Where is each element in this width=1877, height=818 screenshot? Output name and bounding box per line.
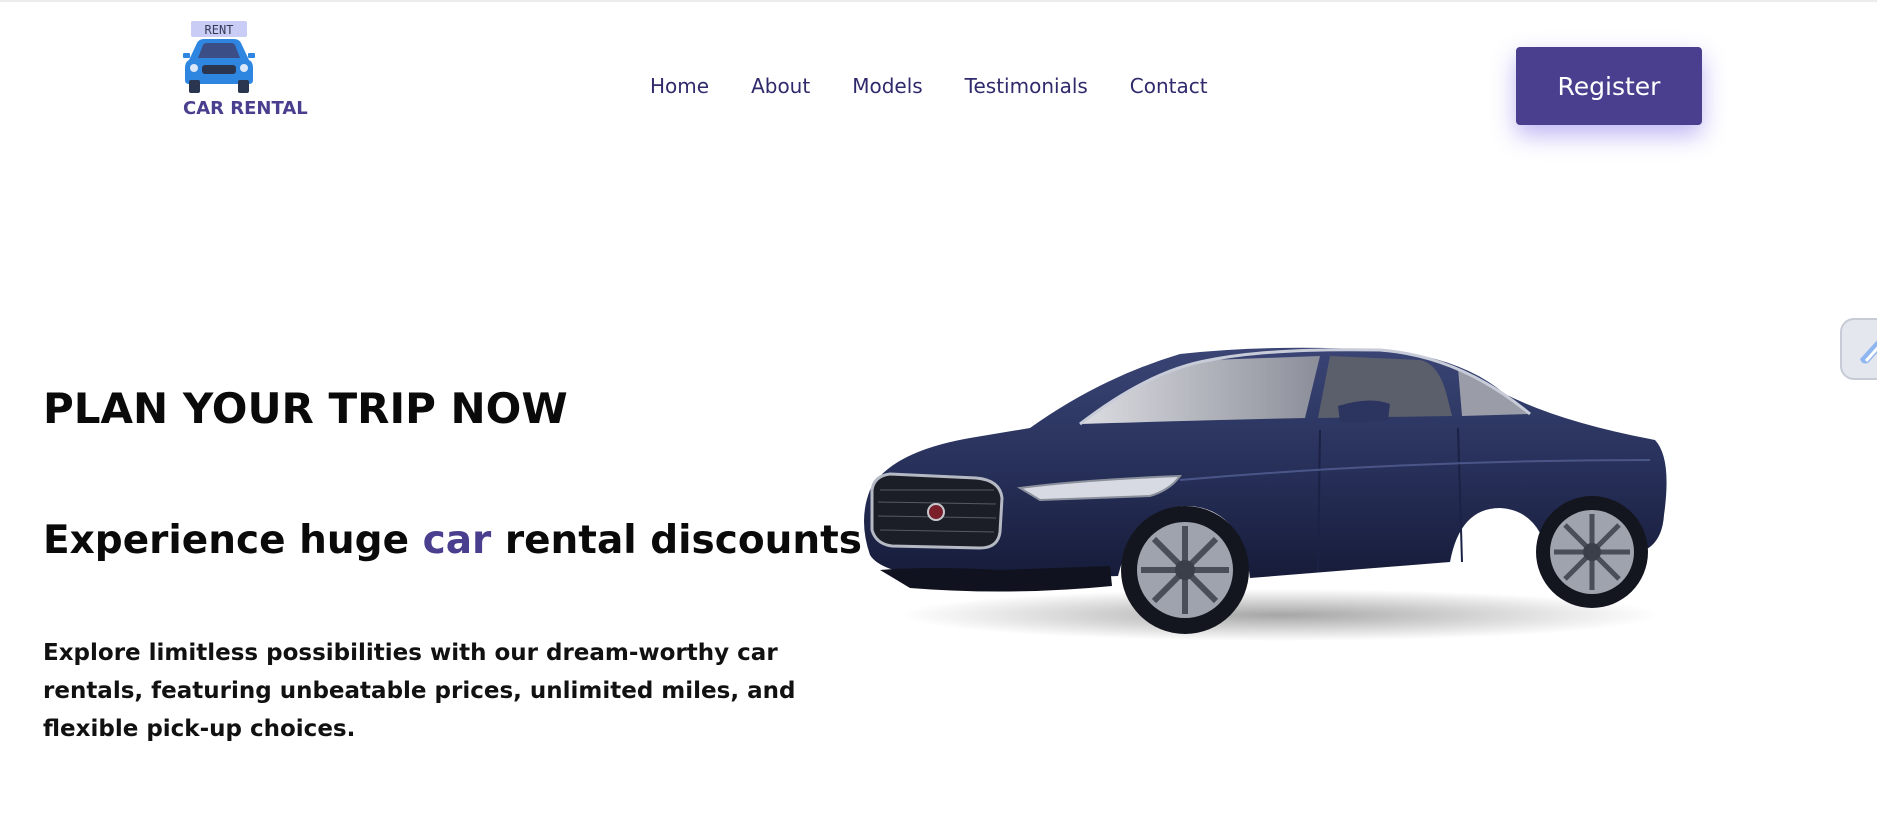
nav-contact[interactable]: Contact bbox=[1130, 74, 1208, 98]
nav-models[interactable]: Models bbox=[852, 74, 922, 98]
register-button[interactable]: Register bbox=[1516, 47, 1702, 125]
logo[interactable]: RENT CAR RENTAL bbox=[183, 20, 343, 125]
car-front-icon: RENT bbox=[183, 21, 255, 93]
main-nav: Home About Models Testimonials Contact bbox=[650, 74, 1208, 98]
hero-subtitle: Experience huge car rental discounts bbox=[43, 518, 862, 563]
hero-subtitle-highlight: car bbox=[422, 518, 492, 563]
dark-blue-sedan-image bbox=[864, 347, 1667, 641]
brand-name: CAR RENTAL bbox=[183, 98, 308, 119]
hero-description: Explore limitless possibilities with our… bbox=[43, 640, 796, 742]
svg-text:RENT: RENT bbox=[205, 23, 234, 37]
nav-about[interactable]: About bbox=[751, 74, 810, 98]
nav-testimonials[interactable]: Testimonials bbox=[965, 74, 1088, 98]
nav-home[interactable]: Home bbox=[650, 74, 709, 98]
tool-icon bbox=[1860, 340, 1877, 364]
hero-title: PLAN YOUR TRIP NOW bbox=[43, 384, 568, 433]
hero-subtitle-end: rental discounts bbox=[491, 518, 863, 563]
side-widget[interactable] bbox=[1840, 318, 1877, 380]
top-border bbox=[0, 0, 1877, 2]
hero-subtitle-start: Experience huge bbox=[43, 518, 423, 563]
